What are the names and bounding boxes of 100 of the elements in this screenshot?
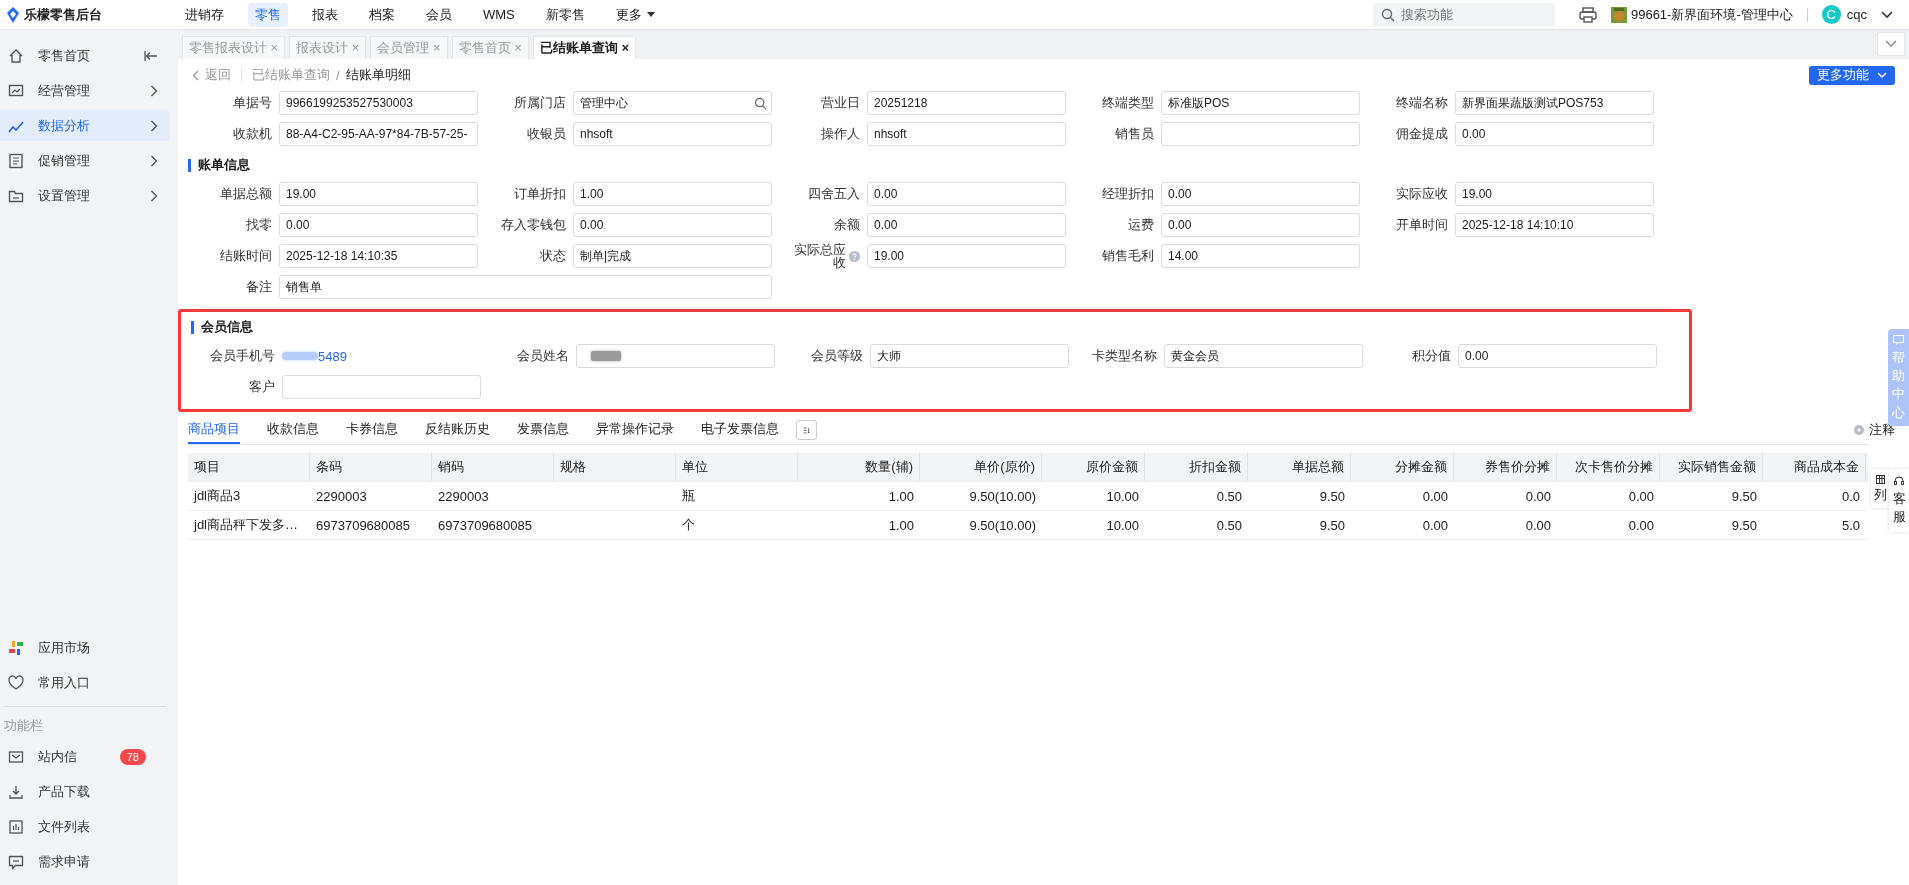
field-label: 会员姓名 — [516, 347, 569, 365]
text-field[interactable]: 19.00 — [867, 244, 1066, 268]
text-field[interactable]: 标准版POS — [1161, 91, 1360, 115]
nav-item[interactable]: 档案 — [362, 2, 402, 27]
printer-icon[interactable] — [1578, 6, 1597, 23]
field-label: 结账时间 — [219, 247, 272, 265]
text-field[interactable]: nhsoft — [573, 122, 772, 146]
detail-tab[interactable]: 商品项目 — [188, 416, 240, 444]
sidebar-item[interactable]: 文件列表 — [0, 811, 170, 842]
sidebar-item[interactable]: 产品下载 — [0, 776, 170, 807]
detail-tab[interactable]: 反结账历史 — [425, 416, 490, 444]
nav-item[interactable]: 更多 — [608, 2, 662, 27]
nav-item[interactable]: 新零售 — [538, 2, 592, 27]
column-header[interactable]: 条码 — [310, 453, 432, 481]
column-header[interactable]: 单价(原价) — [920, 453, 1042, 481]
text-field[interactable] — [282, 375, 481, 399]
column-header[interactable]: 销码 — [432, 453, 554, 481]
user-name[interactable]: cqc — [1846, 7, 1867, 22]
sidebar-item[interactable]: 应用市场 — [0, 632, 170, 663]
store-avatar-icon — [1610, 6, 1627, 23]
phone-link[interactable]: 5489 — [318, 348, 347, 364]
text-field[interactable]: 20251218 — [867, 91, 1066, 115]
column-header[interactable]: 折扣金额 — [1145, 453, 1248, 481]
table-cell-text: 0.00 — [1421, 516, 1449, 535]
text-field[interactable]: 0.00 — [573, 213, 772, 237]
text-field[interactable]: 0.00 — [1458, 344, 1657, 368]
text-field[interactable]: 制单|完成 — [573, 244, 772, 268]
tabs-dropdown-button[interactable] — [1877, 32, 1905, 56]
nav-item[interactable]: 会员 — [419, 2, 459, 27]
sidebar-item[interactable]: 需求申请 — [0, 846, 170, 877]
column-header[interactable]: 实际销售金额 — [1660, 453, 1763, 481]
breadcrumb-current: 结账单明细 — [345, 66, 411, 84]
detail-tab[interactable]: 发票信息 — [517, 416, 569, 444]
detail-tab[interactable]: 异常操作记录 — [596, 416, 674, 444]
sidebar-item[interactable]: 数据分析 — [0, 110, 170, 141]
page-tab[interactable]: 已结账单查询 × — [532, 36, 637, 59]
customer-service-tab[interactable]: 客服 — [1889, 469, 1909, 533]
text-field[interactable]: 0.00 — [867, 182, 1066, 206]
store-name[interactable]: 99661-新界面环境-管理中心 — [1630, 5, 1793, 24]
text-field[interactable]: 销售单 — [279, 275, 772, 299]
detail-tab[interactable]: 收款信息 — [267, 416, 319, 444]
text-field[interactable]: 0.00 — [1161, 182, 1360, 206]
text-field[interactable] — [1161, 122, 1360, 146]
column-header[interactable]: 原价金额 — [1042, 453, 1145, 481]
text-field[interactable]: 0.00 — [279, 213, 478, 237]
column-header[interactable]: 券售价分摊 — [1454, 453, 1557, 481]
text-field[interactable]: 2025-12-18 14:10:10 — [1455, 213, 1654, 237]
column-header[interactable]: 项目 — [188, 453, 310, 481]
column-header[interactable]: 数量(辅) — [798, 453, 920, 481]
detail-tab[interactable]: 电子发票信息 — [701, 416, 779, 444]
nav-item[interactable]: 进销存 — [178, 2, 231, 27]
nav-item[interactable]: 零售 — [248, 2, 288, 27]
field-label: 终端类型 — [1101, 94, 1154, 112]
nav-item[interactable]: WMS — [476, 2, 522, 27]
column-header[interactable]: 单位 — [676, 453, 798, 481]
sidebar-item[interactable]: 站内信 78 — [0, 741, 170, 772]
more-functions-button[interactable]: 更多功能 — [1809, 65, 1895, 85]
sidebar-item[interactable]: 促销管理 — [0, 145, 170, 176]
column-header[interactable]: 分摊金额 — [1351, 453, 1454, 481]
text-field[interactable]: 0.00 — [1455, 122, 1654, 146]
text-field[interactable]: 9966199253527530003 — [279, 91, 478, 115]
text-field[interactable]: 新界面果蔬版测试POS753 — [1455, 91, 1654, 115]
text-field[interactable]: 管理中心 — [573, 91, 772, 115]
text-field[interactable]: 19.00 — [1455, 182, 1654, 206]
table-cell-text: 10.00 — [1105, 516, 1140, 535]
help-icon[interactable] — [849, 250, 860, 262]
text-field[interactable]: nhsoft — [867, 122, 1066, 146]
text-field[interactable]: 19.00 — [279, 182, 478, 206]
columns-tab[interactable]: 列 — [1871, 469, 1889, 509]
text-field[interactable]: 大师 — [870, 344, 1069, 368]
column-header[interactable]: 次卡售价分摊 — [1557, 453, 1660, 481]
table-cell-text: 0.50 — [1215, 516, 1243, 535]
app-title: 乐檬零售后台 — [24, 5, 102, 24]
sidebar-item[interactable]: 常用入口 — [0, 667, 170, 698]
text-field[interactable]: 1.00 — [573, 182, 772, 206]
detail-tab[interactable]: 卡券信息 — [346, 416, 398, 444]
column-header[interactable]: 商品成本金 — [1763, 453, 1866, 481]
sort-button[interactable] — [796, 420, 817, 440]
text-field[interactable]: 0.00 — [867, 213, 1066, 237]
text-field[interactable]: 2025-12-18 14:10:35 — [279, 244, 478, 268]
nav-item[interactable]: 报表 — [305, 2, 345, 27]
text-field[interactable]: 88-A4-C2-95-AA-97*84-7B-57-25- — [279, 122, 478, 146]
search-field[interactable]: 搜索功能 — [1372, 3, 1555, 26]
field-label: 开单时间 — [1395, 216, 1448, 234]
chevron-down-icon[interactable] — [1881, 10, 1893, 19]
sidebar-item[interactable]: 设置管理 — [0, 180, 170, 211]
column-header[interactable]: 规格 — [554, 453, 676, 481]
sidebar-item[interactable]: 经营管理 — [0, 75, 170, 106]
count-badge: 78 — [119, 748, 146, 765]
column-header[interactable]: 单据总额 — [1248, 453, 1351, 481]
text-field[interactable]: 14.00 — [1161, 244, 1360, 268]
text-field[interactable]: 黄金会员 — [1164, 344, 1363, 368]
text-field[interactable]: 0.00 — [1161, 213, 1360, 237]
field-label: 存入零钱包 — [500, 216, 566, 234]
search-icon[interactable] — [754, 96, 767, 110]
text-field[interactable] — [576, 344, 775, 368]
table-cell-text: 1.00 — [887, 487, 915, 506]
sidebar-item[interactable]: 零售首页 — [0, 40, 170, 71]
collapse-icon[interactable] — [144, 49, 158, 62]
table-cell-text: 1.00 — [887, 516, 915, 535]
